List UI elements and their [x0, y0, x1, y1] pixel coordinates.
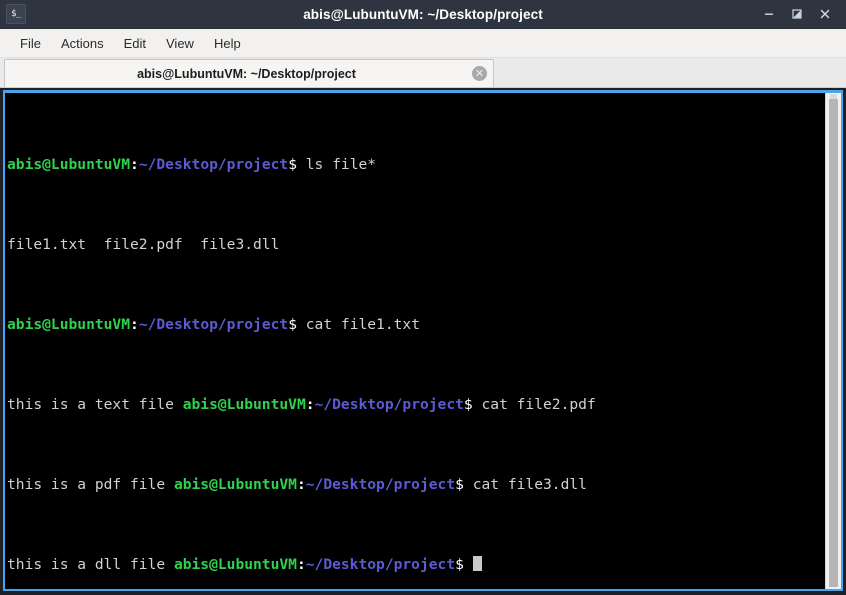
- terminal-output-text: file1.txt file2.pdf file3.dll: [7, 236, 280, 253]
- menu-item-view[interactable]: View: [156, 33, 204, 54]
- prompt-user-host: abis@LubuntuVM: [182, 396, 306, 413]
- terminal-frame: abis@LubuntuVM:~/Desktop/project$ ls fil…: [3, 90, 843, 591]
- menu-item-file[interactable]: File: [10, 33, 51, 54]
- terminal-command: cat file2.pdf: [472, 396, 596, 413]
- prompt-colon: :: [296, 476, 306, 493]
- menu-item-help[interactable]: Help: [204, 33, 251, 54]
- tab-label: abis@LubuntuVM: ~/Desktop/project: [137, 66, 356, 81]
- menu-bar: File Actions Edit View Help: [0, 29, 846, 58]
- prompt-path: ~/Desktop/project: [305, 476, 456, 493]
- title-bar[interactable]: $_ abis@LubuntuVM: ~/Desktop/project: [0, 0, 846, 29]
- text-cursor: [472, 556, 482, 571]
- prompt-colon: :: [305, 396, 315, 413]
- close-icon[interactable]: [818, 7, 832, 21]
- prompt-dollar: $: [455, 556, 464, 573]
- terminal-line: abis@LubuntuVM:~/Desktop/project$ ls fil…: [7, 155, 825, 175]
- window-title: abis@LubuntuVM: ~/Desktop/project: [303, 6, 543, 22]
- prompt-colon: :: [130, 156, 139, 173]
- terminal-output-text: this is a pdf file: [7, 476, 174, 493]
- prompt-user-host: abis@LubuntuVM: [7, 156, 131, 173]
- terminal-icon-glyph: $_: [11, 8, 21, 19]
- terminal-window: $_ abis@LubuntuVM: ~/Desktop/project Fil…: [0, 0, 846, 595]
- window-controls: [762, 7, 846, 21]
- prompt-dollar: $: [463, 396, 473, 413]
- prompt-path: ~/Desktop/project: [138, 316, 289, 333]
- prompt-user-host: abis@LubuntuVM: [7, 316, 131, 333]
- tab-terminal-session[interactable]: abis@LubuntuVM: ~/Desktop/project ✕: [4, 59, 494, 87]
- terminal-line: this is a pdf file abis@LubuntuVM:~/Desk…: [7, 475, 825, 495]
- terminal-scrollbar[interactable]: [825, 93, 841, 589]
- terminal-icon: $_: [6, 4, 26, 24]
- prompt-path: ~/Desktop/project: [314, 396, 464, 413]
- minimize-icon[interactable]: [762, 7, 776, 21]
- prompt-path: ~/Desktop/project: [138, 156, 289, 173]
- terminal-output-text: this is a dll file: [7, 556, 174, 573]
- terminal-line: abis@LubuntuVM:~/Desktop/project$ cat fi…: [7, 315, 825, 335]
- tab-close-icon[interactable]: ✕: [472, 66, 487, 81]
- terminal-command: cat file3.dll: [463, 476, 587, 493]
- terminal-area: abis@LubuntuVM:~/Desktop/project$ ls fil…: [0, 88, 846, 595]
- prompt-colon: :: [296, 556, 306, 573]
- terminal-line: file1.txt file2.pdf file3.dll: [7, 235, 825, 255]
- prompt-path: ~/Desktop/project: [305, 556, 456, 573]
- prompt-dollar: $: [288, 316, 297, 333]
- terminal-output-text: this is a text file: [7, 396, 183, 413]
- terminal-command: [464, 556, 473, 573]
- terminal-line: this is a dll file abis@LubuntuVM:~/Desk…: [7, 555, 825, 575]
- prompt-user-host: abis@LubuntuVM: [173, 556, 297, 573]
- prompt-user-host: abis@LubuntuVM: [173, 476, 297, 493]
- maximize-icon[interactable]: [790, 7, 804, 21]
- prompt-dollar: $: [288, 156, 297, 173]
- terminal-line: this is a text file abis@LubuntuVM:~/Des…: [7, 395, 825, 415]
- tab-bar: abis@LubuntuVM: ~/Desktop/project ✕: [0, 58, 846, 88]
- menu-item-edit[interactable]: Edit: [114, 33, 156, 54]
- terminal-command: ls file*: [296, 156, 377, 173]
- menu-item-actions[interactable]: Actions: [51, 33, 114, 54]
- prompt-colon: :: [130, 316, 139, 333]
- terminal-command: cat file1.txt: [296, 316, 420, 333]
- prompt-dollar: $: [455, 476, 464, 493]
- terminal-output[interactable]: abis@LubuntuVM:~/Desktop/project$ ls fil…: [5, 93, 825, 589]
- scrollbar-thumb[interactable]: [829, 94, 838, 587]
